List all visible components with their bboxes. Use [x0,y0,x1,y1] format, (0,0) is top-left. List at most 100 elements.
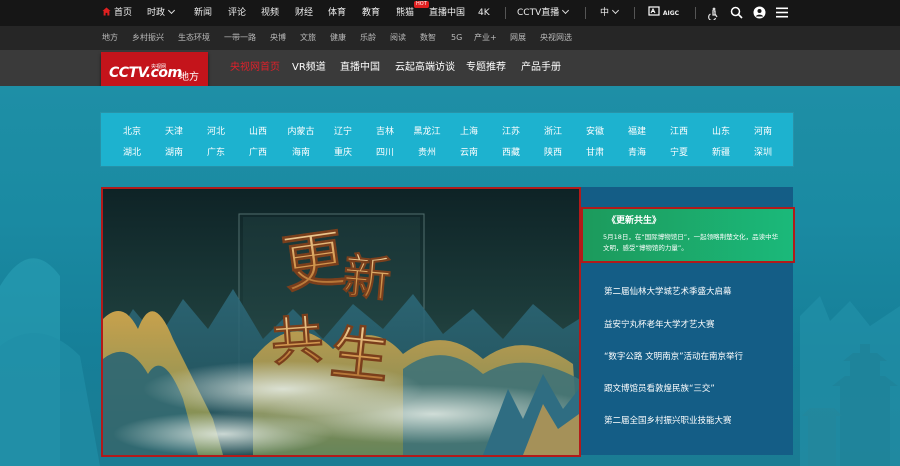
nav-item-xiongmao[interactable]: 熊猫 [396,0,414,26]
divider [585,7,586,19]
news-link[interactable]: “数字公路 文明南京”活动在南京举行 [604,350,743,362]
nav-item-tiyu[interactable]: 体育 [328,0,346,26]
aigc-icon [648,6,660,16]
subnav-item[interactable]: 健康 [330,26,346,50]
city-link[interactable]: 湖北 [123,145,141,158]
subnav-item[interactable]: 网展 [510,26,526,50]
news-link[interactable]: 第二届仙林大学城艺术季盛大启幕 [604,285,732,297]
brand-nav-interview[interactable]: 云起高端访谈 [395,50,455,86]
nav-item-shizheng[interactable]: 时政 [147,0,176,26]
city-link[interactable]: 广东 [207,145,225,158]
chevron-down-icon [611,6,620,15]
subnav-item[interactable]: 数智 [420,26,436,50]
city-link[interactable]: 山东 [712,124,730,137]
subnav-item[interactable]: 地方 [102,26,118,50]
city-link[interactable]: 湖南 [165,145,183,158]
news-link[interactable]: 益安宁丸杯老年大学才艺大赛 [604,318,715,330]
city-link[interactable]: 辽宁 [334,124,352,137]
hot-badge: HOT [414,1,429,8]
subnav-item[interactable]: 央视网选 [540,26,572,50]
city-link[interactable]: 吉林 [376,124,394,137]
brand-nav-vr[interactable]: VR频道 [292,50,326,86]
city-link[interactable]: 海南 [292,145,310,158]
top-navigation-bar: 首页 时政 新闻 评论 视频 财经 体育 教育 熊猫 HOT 直播中国 4K C… [0,0,900,26]
nav-item-shipin[interactable]: 视频 [261,0,279,26]
city-link[interactable]: 江苏 [502,124,520,137]
city-link[interactable]: 河南 [754,124,772,137]
city-link[interactable]: 甘肃 [586,145,604,158]
calligraphy-char-4: 生 [328,318,393,392]
brand-nav-home[interactable]: 央视网首页 [230,50,280,86]
city-link[interactable]: 上海 [460,124,478,137]
subnav-item[interactable]: 文旅 [300,26,316,50]
city-link[interactable]: 云南 [460,145,478,158]
user-avatar-icon[interactable] [753,6,766,19]
feature-banner-image[interactable]: 更 新 共 生 [101,187,581,457]
calligraphy-char-1: 更 [278,220,351,301]
cctv-live-label: CCTV直播 [517,8,560,18]
city-link[interactable]: 贵州 [418,145,436,158]
city-link[interactable]: 四川 [376,145,394,158]
feature-artwork: 更 新 共 生 [103,189,579,455]
city-link[interactable]: 天津 [165,124,183,137]
cctv-live-dropdown[interactable]: CCTV直播 [517,0,570,26]
accessibility-icon[interactable] [707,7,720,20]
city-link[interactable]: 广西 [249,145,267,158]
divider [634,7,635,19]
logo-subtext: 央视网 [151,64,167,70]
nav-item-4k[interactable]: 4K [478,0,490,26]
divider [505,7,506,19]
city-link[interactable]: 宁夏 [670,145,688,158]
city-link[interactable]: 重庆 [334,145,352,158]
secondary-navigation-bar: 地方 乡村振兴 生态环境 一带一路 央博 文旅 健康 乐龄 阅读 数智 5G 产… [0,26,900,50]
menu-icon[interactable] [776,7,788,18]
subnav-item[interactable]: 乐龄 [360,26,376,50]
city-link[interactable]: 陕西 [544,145,562,158]
city-link[interactable]: 山西 [249,124,267,137]
nav-home[interactable]: 首页 [102,0,132,26]
subnav-item[interactable]: 央博 [270,26,286,50]
calligraphy-char-3: 共 [269,309,325,373]
nav-home-label: 首页 [114,8,133,18]
news-link[interactable]: 跟文博馆员看敦煌民族“三交” [604,382,715,394]
city-link[interactable]: 浙江 [544,124,562,137]
city-link[interactable]: 福建 [628,124,646,137]
subnav-item[interactable]: 生态环境 [178,26,210,50]
language-dropdown[interactable]: 中 [600,0,620,26]
nav-item-jiaoyu[interactable]: 教育 [362,0,380,26]
subnav-item[interactable]: 产业+ [474,26,497,50]
chevron-down-icon [167,6,176,15]
city-link[interactable]: 黑龙江 [413,124,440,137]
brand-nav-live-china[interactable]: 直播中国 [340,50,380,86]
city-link[interactable]: 深圳 [754,145,772,158]
city-link[interactable]: 江西 [670,124,688,137]
brand-nav-product-manual[interactable]: 产品手册 [521,50,561,86]
news-link[interactable]: 第二届全国乡村振兴职业技能大赛 [604,414,732,426]
nav-item-xinwen[interactable]: 新闻 [194,0,212,26]
subnav-item[interactable]: 乡村振兴 [132,26,164,50]
city-link[interactable]: 安徽 [586,124,604,137]
logo-region: 地方 [179,72,199,83]
calligraphy-char-2: 新 [341,248,394,308]
city-link[interactable]: 新疆 [712,145,730,158]
home-icon [102,7,111,16]
nav-item-label: 时政 [147,8,166,18]
search-icon[interactable] [730,6,743,19]
city-link[interactable]: 北京 [123,124,141,137]
chevron-down-icon [562,6,570,15]
city-link[interactable]: 河北 [207,124,225,137]
nav-item-caijing[interactable]: 财经 [295,0,313,26]
city-link[interactable]: 西藏 [502,145,520,158]
city-link[interactable]: 青海 [628,145,646,158]
highlight-title[interactable]: 《更新共生》 [607,213,661,226]
city-link[interactable]: 内蒙古 [287,124,314,137]
subnav-item[interactable]: 一带一路 [224,26,256,50]
aigc-badge[interactable]: AIGC [648,0,679,26]
aigc-label: AIGC [662,10,680,17]
brand-nav-specials[interactable]: 专题推荐 [466,50,506,86]
nav-item-zhibo-zhongguo[interactable]: 直播中国 [429,0,465,26]
subnav-item[interactable]: 5G [451,26,462,50]
nav-item-pinglun[interactable]: 评论 [228,0,246,26]
highlight-description: 5月18日，在“国际博物馆日”，一起领略荆楚文化，品读中华文明，感受“博物馆的力… [603,233,779,252]
subnav-item[interactable]: 阅读 [390,26,406,50]
